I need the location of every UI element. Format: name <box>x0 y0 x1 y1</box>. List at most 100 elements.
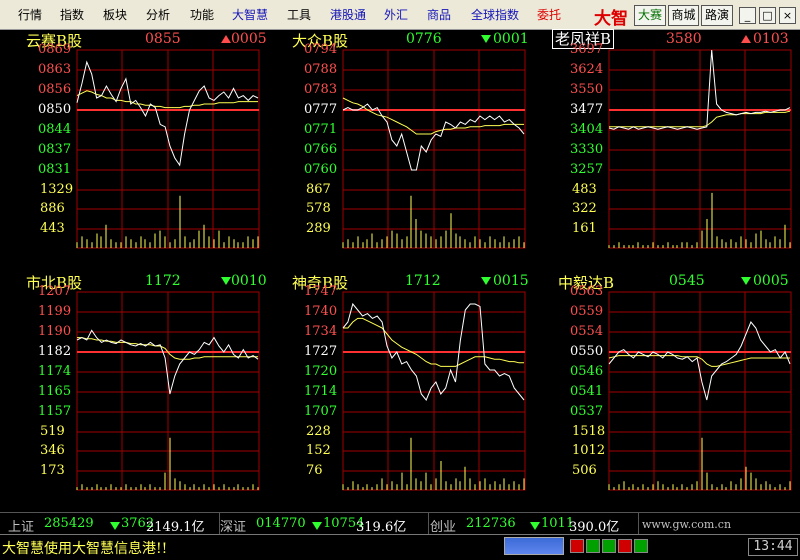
website-link[interactable]: www.gw.com.cn <box>642 518 731 531</box>
sz-down-arrow-icon <box>312 522 322 530</box>
sh-index-label: 上证 <box>8 520 35 535</box>
price-axis-label: 1740 <box>304 304 338 319</box>
menu-9[interactable]: 商品 <box>427 6 451 23</box>
sz-index-amount: 319.6亿 <box>356 520 407 535</box>
menu-7[interactable]: 港股通 <box>330 6 366 23</box>
price-axis-label: 0837 <box>38 142 72 157</box>
toolbar-button-1[interactable]: 商城 <box>668 5 699 26</box>
stock-panel[interactable]: 大众B股 0776 0001 0794 0788 0783 0777 0771 0766 0760… <box>266 30 529 260</box>
volume-axis-label: 289 <box>306 221 331 236</box>
down-arrow-icon <box>221 277 231 285</box>
toolbar-button-2[interactable]: 路演 <box>701 5 733 26</box>
stock-panel[interactable]: 神奇B股 1712 0015 1747 1740 1734 1727 1720 1714 1707… <box>266 272 529 502</box>
price-axis-label: 0550 <box>570 344 604 359</box>
price-axis-label: 1714 <box>304 384 338 399</box>
divider <box>428 513 429 535</box>
menu-5[interactable]: 大智慧 <box>232 6 268 23</box>
price-axis-label: 0844 <box>38 122 72 137</box>
down-arrow-icon <box>481 35 491 43</box>
status-indicator <box>602 539 616 553</box>
menu-1[interactable]: 指数 <box>60 6 84 23</box>
ticker-progress-bar <box>504 537 564 555</box>
stock-change: 0005 <box>231 31 267 47</box>
stock-price: 0855 <box>145 31 181 47</box>
stock-price: 0545 <box>669 273 705 289</box>
stock-change: 0005 <box>753 273 789 289</box>
price-axis-label: 0563 <box>570 284 604 299</box>
price-axis-label: 1157 <box>38 404 72 419</box>
sh-index-amount: 2149.1亿 <box>146 520 205 535</box>
ticker-bar: 大智慧使用大智慧信息港!! 13:44 <box>0 534 800 560</box>
price-axis-label: 3697 <box>570 42 604 57</box>
price-axis-label: 1174 <box>38 364 72 379</box>
price-axis-label: 1707 <box>304 404 338 419</box>
stock-change: 0010 <box>231 273 267 289</box>
stock-panel[interactable]: 云赛B股 0855 0005 0869 0863 0856 0850 0844 0837 0831… <box>0 30 267 260</box>
volume-axis-label: 173 <box>40 463 65 478</box>
price-axis-label: 0850 <box>38 102 72 117</box>
volume-axis-label: 1329 <box>40 182 74 197</box>
price-axis-label: 1182 <box>38 344 72 359</box>
price-axis-label: 0783 <box>304 82 338 97</box>
price-axis-label: 0794 <box>304 42 338 57</box>
intraday-chart[interactable] <box>608 49 792 249</box>
volume-axis-label: 1518 <box>572 424 606 439</box>
sz-index-label: 深证 <box>220 520 247 535</box>
down-arrow-icon <box>741 277 751 285</box>
cy-index-amount: 390.0亿 <box>569 520 620 535</box>
menu-6[interactable]: 工具 <box>287 6 311 23</box>
toolbar-button-0[interactable]: 大赛 <box>634 5 666 26</box>
brand-logo: 大智 <box>594 9 628 26</box>
up-arrow-icon <box>221 35 231 43</box>
maximize-icon[interactable]: □ <box>759 7 776 24</box>
price-axis-label: 1727 <box>304 344 338 359</box>
index-status-bar: 上证 285429 3762 2149.1亿 深证 014770 10754 3… <box>0 512 800 535</box>
minimize-icon[interactable]: _ <box>739 7 756 24</box>
price-axis-label: 0831 <box>38 162 72 177</box>
intraday-chart[interactable] <box>342 49 526 249</box>
menu-11[interactable]: 委托 <box>537 6 561 23</box>
price-axis-label: 1747 <box>304 284 338 299</box>
stock-panel[interactable]: 中毅达B 0545 0005 0563 0559 0554 0550 0546 0541 0537… <box>532 272 794 502</box>
volume-axis-label: 443 <box>40 221 65 236</box>
price-axis-label: 0869 <box>38 42 72 57</box>
stock-panel[interactable]: 老凤祥B 3580 0103 3697 3624 3550 3477 3404 3330 3257… <box>532 29 794 260</box>
intraday-chart[interactable] <box>76 291 260 491</box>
price-axis-label: 3477 <box>570 102 604 117</box>
price-axis-label: 3330 <box>570 142 604 157</box>
price-axis-label: 3404 <box>570 122 604 137</box>
menu-10[interactable]: 全球指数 <box>471 6 519 23</box>
volume-axis-label: 506 <box>572 463 597 478</box>
menu-4[interactable]: 功能 <box>190 6 214 23</box>
stock-change: 0015 <box>493 273 529 289</box>
stock-price: 3580 <box>666 31 702 47</box>
price-axis-label: 0537 <box>570 404 604 419</box>
ticker-message[interactable]: 大智慧使用大智慧信息港!! <box>2 538 167 558</box>
menu-8[interactable]: 外汇 <box>384 6 408 23</box>
up-arrow-icon <box>741 35 751 43</box>
intraday-chart[interactable] <box>76 49 260 249</box>
multi-stock-chart-area: 云赛B股 0855 0005 0869 0863 0856 0850 0844 0837 0831… <box>0 29 800 510</box>
close-icon[interactable]: × <box>779 7 796 24</box>
price-axis-label: 0771 <box>304 122 338 137</box>
stock-change: 0001 <box>493 31 529 47</box>
intraday-chart[interactable] <box>342 291 526 491</box>
menu-3[interactable]: 分析 <box>146 6 170 23</box>
volume-axis-label: 76 <box>306 463 323 478</box>
volume-axis-label: 346 <box>40 443 65 458</box>
price-axis-label: 0546 <box>570 364 604 379</box>
price-axis-label: 1207 <box>38 284 72 299</box>
price-axis-label: 1190 <box>38 324 72 339</box>
intraday-chart[interactable] <box>608 291 792 491</box>
volume-axis-label: 867 <box>306 182 331 197</box>
stock-panel[interactable]: 市北B股 1172 0010 1207 1199 1190 1182 1174 1165 1157… <box>0 272 267 502</box>
price-axis-label: 0777 <box>304 102 338 117</box>
cy-down-arrow-icon <box>530 522 540 530</box>
menu-0[interactable]: 行情 <box>18 6 42 23</box>
menu-2[interactable]: 板块 <box>103 6 127 23</box>
stock-price: 1712 <box>405 273 441 289</box>
divider <box>638 513 639 535</box>
volume-axis-label: 578 <box>306 201 331 216</box>
price-axis-label: 0766 <box>304 142 338 157</box>
price-axis-label: 3624 <box>570 62 604 77</box>
